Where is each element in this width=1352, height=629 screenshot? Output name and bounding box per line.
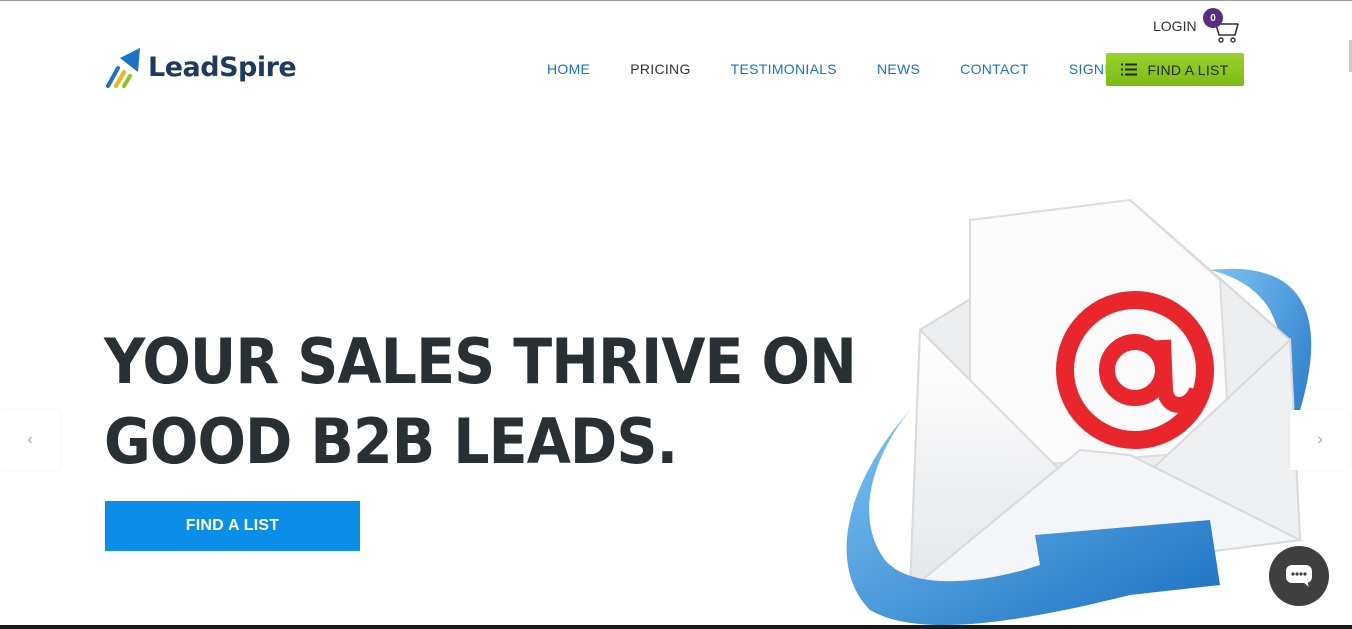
logo-text: LeadSpire <box>148 51 297 83</box>
nav-news[interactable]: NEWS <box>877 61 920 77</box>
logo[interactable]: LeadSpire <box>106 46 297 88</box>
slider-prev-arrow[interactable]: ‹ <box>0 410 60 470</box>
chat-widget-button[interactable] <box>1269 546 1329 606</box>
top-border <box>0 0 1352 1</box>
logo-mark-icon <box>106 48 140 88</box>
find-a-list-hero-button[interactable]: FIND A LIST <box>105 501 360 551</box>
hero-title: YOUR SALES THRIVE ON GOOD B2B LEADS. <box>104 322 857 482</box>
main-nav: HOME PRICING TESTIMONIALS NEWS CONTACT S… <box>547 61 1159 77</box>
hero-title-line-2: GOOD B2B LEADS. <box>104 405 678 478</box>
cart-count-badge: 0 <box>1203 8 1223 28</box>
nav-home[interactable]: HOME <box>547 61 590 77</box>
nav-contact[interactable]: CONTACT <box>960 61 1029 77</box>
nav-pricing[interactable]: PRICING <box>630 61 690 77</box>
list-icon <box>1121 63 1138 76</box>
hero-title-line-1: YOUR SALES THRIVE ON <box>104 325 857 398</box>
login-link[interactable]: LOGIN <box>1153 18 1197 34</box>
find-a-list-header-button[interactable]: FIND A LIST <box>1106 53 1244 86</box>
find-a-list-header-label: FIND A LIST <box>1147 61 1229 78</box>
chat-bubble-icon <box>1286 565 1312 587</box>
email-envelope-illustration <box>846 198 1312 626</box>
nav-testimonials[interactable]: TESTIMONIALS <box>731 61 837 77</box>
bottom-border <box>0 625 1352 629</box>
slider-next-arrow[interactable]: › <box>1290 410 1350 470</box>
